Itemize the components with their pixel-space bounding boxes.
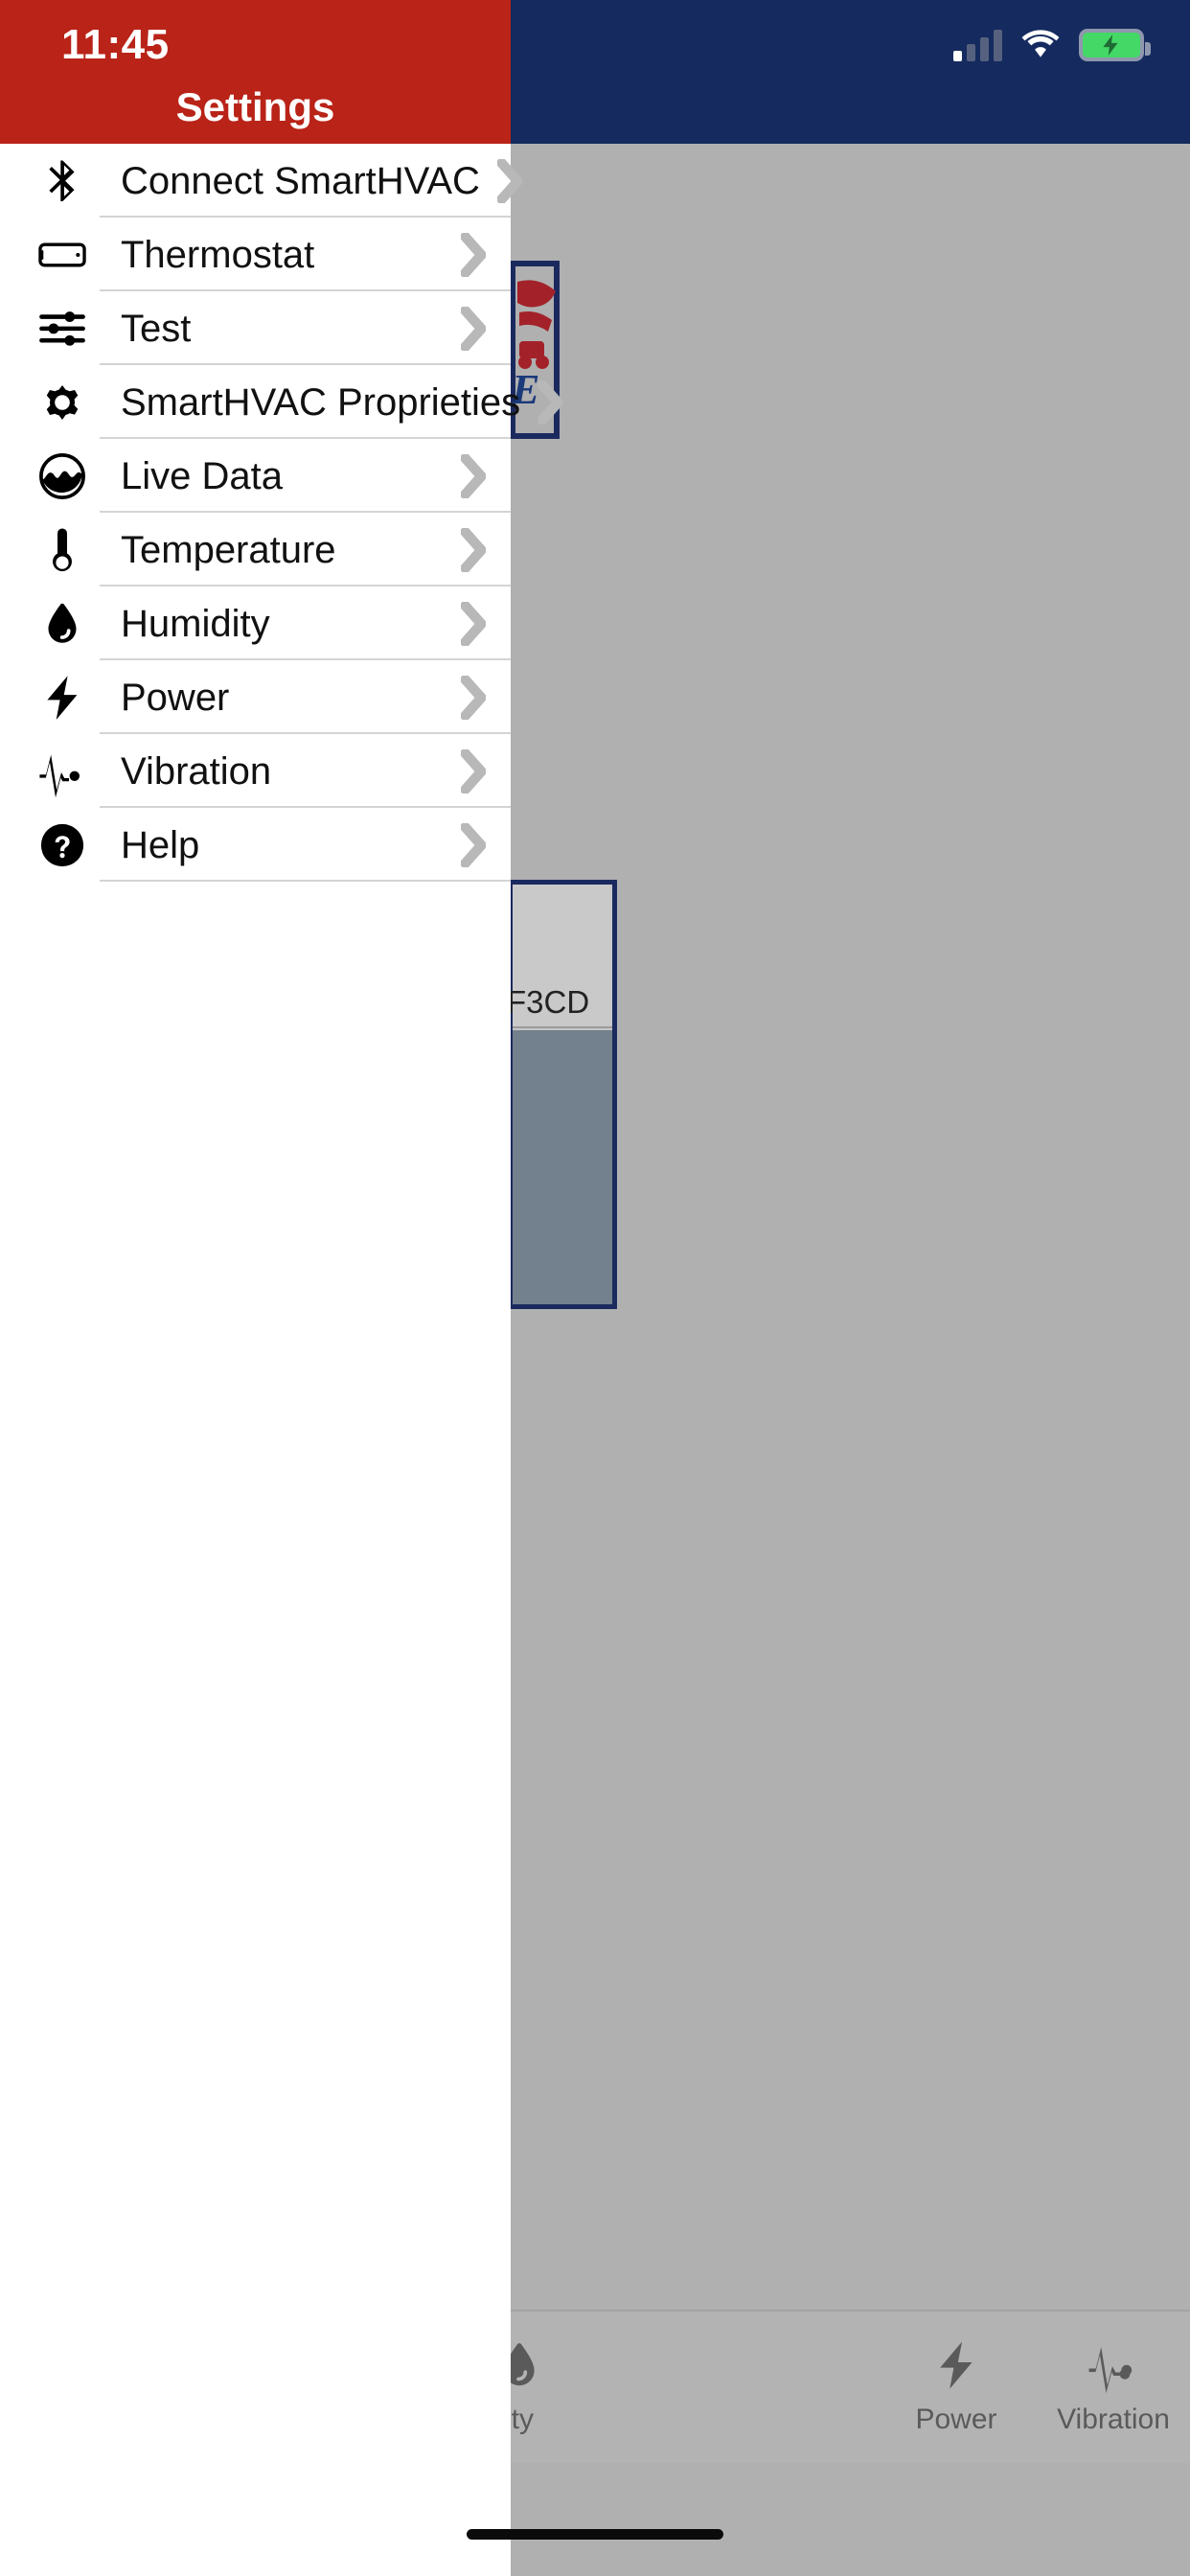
menu-item-vibration[interactable]: Vibration [0,734,511,808]
live-data-icon [25,439,100,513]
question-mark-circle-icon [25,808,100,882]
chevron-right-icon [444,660,511,734]
menu-item-label: Help [121,823,200,866]
home-indicator[interactable] [467,2529,723,2540]
water-drop-icon [25,586,100,660]
menu-item-live-data[interactable]: Live Data [0,439,511,513]
page-title: Settings [175,84,335,129]
thermostat-device-icon [25,218,100,291]
menu-item-smarthvac-proprieties[interactable]: SmartHVAC Proprieties [0,365,563,439]
drawer-header: 11:45 Settings [0,0,511,144]
chevron-right-icon [444,513,511,586]
menu-item-connect-smarthvac[interactable]: Connect SmartHVAC [0,144,522,218]
menu-item-help[interactable]: Help [0,808,511,882]
menu-item-humidity[interactable]: Humidity [0,586,511,660]
menu-item-label: Thermostat [121,233,315,276]
chevron-right-icon [444,808,511,882]
menu-item-label: Test [121,307,192,350]
menu-item-temperature[interactable]: Temperature [0,513,511,586]
thermometer-icon [25,513,100,586]
chevron-right-icon [444,439,511,513]
sliders-icon [25,291,100,365]
status-bar-clock: 11:45 [61,21,170,68]
chevron-right-icon [444,218,511,291]
waveform-pulse-icon [25,734,100,808]
menu-item-label: Temperature [121,528,336,571]
menu-separator [100,880,511,882]
menu-item-power[interactable]: Power [0,660,511,734]
settings-menu-list: Connect SmartHVAC Thermostat Test SmartH… [0,144,563,882]
menu-item-label: Humidity [121,602,270,645]
chevron-right-icon [444,734,511,808]
chevron-right-icon [520,365,587,439]
menu-item-test[interactable]: Test [0,291,511,365]
gear-icon [25,365,100,439]
chevron-right-icon [444,586,511,660]
chevron-right-icon [444,291,511,365]
menu-item-label: Power [121,676,230,719]
menu-item-label: Vibration [121,749,272,793]
lightning-bolt-icon [25,660,100,734]
phone-screen: E F3CD ity Power Vibration 11:45 Setting… [0,0,1190,2576]
menu-item-label: SmartHVAC Proprieties [121,380,521,424]
bluetooth-icon [25,144,100,218]
menu-item-label: Connect SmartHVAC [121,159,480,202]
chevron-right-icon [480,144,547,218]
menu-item-label: Live Data [121,454,283,497]
settings-drawer: 11:45 Settings Connect SmartHVAC Thermos… [0,0,563,2576]
menu-item-thermostat[interactable]: Thermostat [0,218,511,291]
